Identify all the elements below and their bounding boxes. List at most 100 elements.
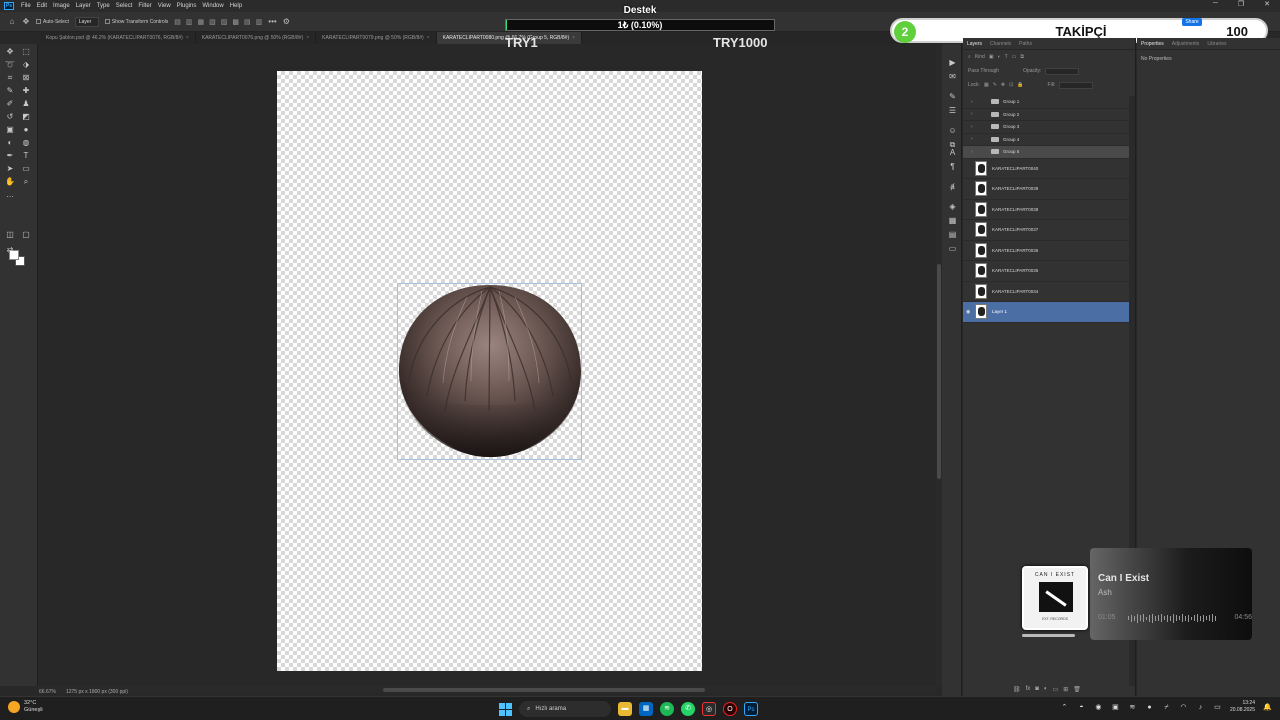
tab-paths[interactable]: Paths <box>1019 41 1032 47</box>
camera-tray-icon[interactable]: ▣ <box>1111 703 1120 712</box>
chevron-right-icon[interactable]: › <box>971 136 977 142</box>
menu-select[interactable]: Select <box>113 3 136 9</box>
wifi-icon[interactable]: ◠ <box>1179 703 1188 712</box>
brush-tool-icon[interactable]: ✐ <box>5 99 15 109</box>
align-middle-icon[interactable]: ▩ <box>232 18 239 26</box>
gradient-tool-icon[interactable]: ▣ <box>5 125 15 135</box>
tab-libraries[interactable]: Libraries <box>1207 41 1226 47</box>
auto-select-target-dropdown[interactable]: Layer <box>74 16 99 27</box>
swatches-icon[interactable]: ▤ <box>948 230 957 239</box>
tab-layers[interactable]: Layers <box>967 41 982 47</box>
hand-tool-icon[interactable]: ✋ <box>5 177 15 187</box>
microphone-tray-icon[interactable]: ⌿ <box>1162 703 1171 712</box>
align-left-icon[interactable]: ▤ <box>174 18 181 26</box>
lock-transparent-icon[interactable]: ▦ <box>984 82 989 88</box>
menu-filter[interactable]: Filter <box>135 3 154 9</box>
close-tab-icon[interactable]: × <box>306 35 309 41</box>
file-explorer-icon[interactable]: ▬ <box>618 702 632 716</box>
move-tool-icon[interactable]: ✥ <box>5 47 15 57</box>
paragraph-icon[interactable]: ¶ <box>948 162 957 171</box>
menu-layer[interactable]: Layer <box>73 3 94 9</box>
notification-bell-icon[interactable]: 🔔 <box>1263 703 1272 712</box>
quick-mask-icon[interactable]: ◫ <box>5 230 15 240</box>
tab-channels[interactable]: Channels <box>990 41 1011 47</box>
lock-artboard-icon[interactable]: ⊡ <box>1009 82 1013 88</box>
taskbar-clock[interactable]: 13:24 20.08.2025 <box>1230 700 1255 714</box>
layer-karateclipart0040[interactable]: KARATECLIPART0040 <box>963 159 1129 179</box>
comments-icon[interactable]: ✉ <box>948 72 957 81</box>
chevron-right-icon[interactable]: › <box>971 99 977 105</box>
layer-karateclipart0034[interactable]: KARATECLIPART0034 <box>963 282 1129 302</box>
windows-start-icon[interactable] <box>499 702 512 716</box>
tab-adjustments[interactable]: Adjustments <box>1172 41 1200 47</box>
minimize-button[interactable]: ─ <box>1213 0 1218 8</box>
chevron-right-icon[interactable]: › <box>971 111 977 117</box>
glyphs-icon[interactable]: ⱥ <box>948 182 957 191</box>
auto-select-checkbox[interactable]: Auto-Select <box>36 19 69 25</box>
screen-mode-icon[interactable]: ▢ <box>21 230 31 240</box>
filter-shape-icon[interactable]: ▭ <box>1012 54 1017 60</box>
spotify-icon[interactable]: ≋ <box>660 702 674 716</box>
new-group-icon[interactable]: ▭ <box>1053 686 1059 693</box>
new-layer-icon[interactable]: ⊞ <box>1063 686 1068 693</box>
link-layers-icon[interactable]: ⛓ <box>1013 686 1021 693</box>
photoshop-taskbar-icon[interactable]: Ps <box>744 702 758 716</box>
pen-tool-icon[interactable]: ✒ <box>5 151 15 161</box>
layer-group-5[interactable]: › Group 5 <box>963 146 1129 159</box>
layer-karateclipart0035[interactable]: KARATECLIPART0035 <box>963 261 1129 282</box>
distribute-vertical-icon[interactable]: ▥ <box>256 18 263 26</box>
adjustments-icon[interactable]: ☰ <box>948 106 957 115</box>
transform-bounding-box[interactable] <box>397 283 582 460</box>
store-icon[interactable]: ▦ <box>639 702 653 716</box>
opacity-input[interactable] <box>1045 67 1080 75</box>
info-icon[interactable]: ▭ <box>948 244 957 253</box>
canvas-workspace[interactable] <box>39 44 935 686</box>
zoom-tool-icon[interactable]: ⌕ <box>21 177 31 187</box>
menu-plugins[interactable]: Plugins <box>174 3 200 9</box>
lock-all-icon[interactable]: 🔒 <box>1017 82 1023 88</box>
menu-file[interactable]: File <box>18 3 34 9</box>
lasso-tool-icon[interactable]: ➰ <box>5 60 15 70</box>
eyedropper-tool-icon[interactable]: ✎ <box>5 86 15 96</box>
stamp-tool-icon[interactable]: ♟ <box>21 99 31 109</box>
sponge-tool-icon[interactable]: ◍ <box>21 138 31 148</box>
close-tab-icon[interactable]: × <box>572 35 575 41</box>
edit-toolbar-icon[interactable]: ⇄ <box>5 245 15 255</box>
people-icon[interactable]: ☺ <box>948 126 957 135</box>
delete-layer-icon[interactable]: 🗑 <box>1073 686 1081 693</box>
more-options-button[interactable]: ••• <box>268 17 276 26</box>
layer-group-3[interactable]: › Group 3 <box>963 121 1129 134</box>
menu-type[interactable]: Type <box>94 3 113 9</box>
adjustment-layer-icon[interactable]: ◐ <box>1044 686 1048 693</box>
align-top-icon[interactable]: ▨ <box>221 18 228 26</box>
layer-karateclipart0037[interactable]: KARATECLIPART0037 <box>963 220 1129 241</box>
menu-edit[interactable]: Edit <box>34 3 50 9</box>
tab-properties[interactable]: Properties <box>1141 41 1164 47</box>
timeline-icon[interactable]: ▦ <box>948 216 957 225</box>
layer-style-icon[interactable]: fx <box>1026 686 1031 693</box>
3d-icon[interactable]: ◈ <box>948 202 957 211</box>
scrollbar-thumb[interactable] <box>937 264 941 479</box>
zoom-level[interactable]: 66.67% <box>39 689 56 695</box>
tab-document-3[interactable]: KARATECLIPART0079.png @ 50% (RGB/8#) × <box>316 32 437 44</box>
close-tab-icon[interactable]: × <box>427 35 430 41</box>
close-tab-icon[interactable]: × <box>186 35 189 41</box>
maximize-button[interactable]: ❐ <box>1238 0 1244 8</box>
character-icon[interactable]: A <box>948 148 957 157</box>
layer-karateclipart0038[interactable]: KARATECLIPART0038 <box>963 200 1129 220</box>
marquee-tool-icon[interactable]: ⬚ <box>21 47 31 57</box>
fill-input[interactable] <box>1059 81 1094 89</box>
blur-tool-icon[interactable]: ● <box>21 125 31 135</box>
menu-image[interactable]: Image <box>50 3 73 9</box>
battery-icon[interactable]: ▭ <box>1213 703 1222 712</box>
visibility-eye-icon[interactable]: ◉ <box>966 309 974 315</box>
opera-icon[interactable]: O <box>723 702 737 716</box>
taskbar-search[interactable]: ⌕ Hızlı arama <box>519 701 611 717</box>
layer-karateclipart0036[interactable]: KARATECLIPART0036 <box>963 241 1129 261</box>
chevron-right-icon[interactable]: › <box>971 124 977 130</box>
layer-group-2[interactable]: › Group 2 <box>963 109 1129 121</box>
filter-smart-object-icon[interactable]: ⧉ <box>1020 54 1024 60</box>
path-select-tool-icon[interactable]: ➤ <box>5 164 15 174</box>
distribute-icon[interactable]: ▧ <box>209 18 216 26</box>
align-center-icon[interactable]: ▥ <box>186 18 193 26</box>
